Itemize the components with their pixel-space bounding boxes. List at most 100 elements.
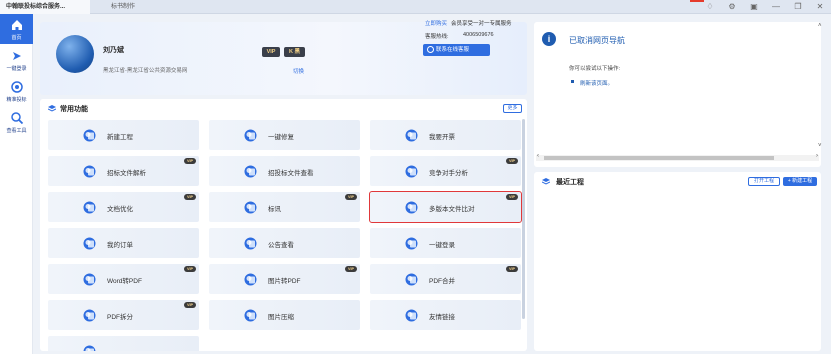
function-card[interactable]: Word转PDF VIP bbox=[48, 264, 199, 294]
nav-item-one-click-login[interactable]: 一键登录 bbox=[0, 45, 33, 75]
scroll-up-icon[interactable]: ˄ bbox=[818, 23, 822, 29]
k-badge: K 黑 bbox=[284, 47, 305, 57]
function-icon bbox=[83, 237, 96, 250]
function-icon bbox=[405, 309, 418, 322]
function-card[interactable]: 友情链接 bbox=[370, 300, 521, 330]
function-card[interactable] bbox=[48, 336, 199, 351]
scrollbar-thumb[interactable] bbox=[544, 156, 774, 160]
function-card[interactable]: 文档优化 VIP bbox=[48, 192, 199, 222]
function-label: 一键登录 bbox=[429, 242, 455, 249]
restore-icon[interactable]: ❐ bbox=[793, 2, 803, 12]
section-title: 常用功能 bbox=[60, 106, 88, 113]
function-card[interactable]: 公告查看 bbox=[209, 228, 360, 258]
left-nav: 首页 一键登录 精准投标 查看工具 bbox=[0, 14, 33, 354]
bullet-icon bbox=[571, 80, 574, 83]
function-card[interactable]: PDF拆分 VIP bbox=[48, 300, 199, 330]
tab-main[interactable]: 中翰联投标综合服务... bbox=[0, 0, 90, 14]
common-functions-panel: 常用功能 更多 新建工程 一键修复 我要开票招标文件解析 VIP 招投标文件查看 竞争对手… bbox=[40, 99, 527, 351]
login-icon bbox=[12, 52, 21, 60]
function-card[interactable]: 图片转PDF VIP bbox=[209, 264, 360, 294]
more-button[interactable]: 更多 bbox=[503, 104, 522, 113]
horizontal-scrollbar[interactable]: ‹ › bbox=[536, 153, 819, 161]
function-icon bbox=[405, 237, 418, 250]
function-card[interactable]: 我要开票 bbox=[370, 120, 521, 150]
bell-icon[interactable]: ♢ bbox=[705, 2, 715, 12]
switch-link[interactable]: 切换 bbox=[293, 67, 304, 75]
headset-icon bbox=[427, 46, 434, 53]
nav-item-label: 一键登录 bbox=[6, 66, 27, 72]
info-icon: i bbox=[542, 32, 556, 46]
function-icon bbox=[244, 273, 257, 286]
browser-panel-title: 已取消网页导航 bbox=[569, 36, 625, 45]
function-card[interactable]: 招投标文件查看 bbox=[209, 156, 360, 186]
refresh-link[interactable]: 刷新该页面。 bbox=[580, 79, 613, 87]
function-icon bbox=[244, 165, 257, 178]
function-card[interactable]: 一键登录 bbox=[370, 228, 521, 258]
function-label: 竞争对手分析 bbox=[429, 170, 468, 177]
function-label: 新建工程 bbox=[107, 134, 133, 141]
function-label: Word转PDF bbox=[107, 278, 142, 285]
nav-item-tools[interactable]: 查看工具 bbox=[0, 107, 33, 137]
function-label: 友情链接 bbox=[429, 314, 455, 321]
user-card: 刘乃斌 黑龙江省-黑龙江省公共资源交易网 VIP K 黑 切换 bbox=[40, 22, 527, 95]
function-icon bbox=[244, 309, 257, 322]
nav-item-label: 查看工具 bbox=[6, 128, 27, 134]
function-label: 招投标文件查看 bbox=[268, 170, 314, 177]
home-icon bbox=[11, 20, 22, 30]
scroll-left-icon[interactable]: ‹ bbox=[537, 153, 539, 159]
vip-tag: VIP bbox=[506, 266, 518, 272]
layers-icon bbox=[542, 178, 550, 185]
notification-indicator bbox=[690, 0, 704, 2]
screenshot-icon[interactable]: ▣ bbox=[749, 2, 759, 12]
function-card[interactable]: 标讯 VIP bbox=[209, 192, 360, 222]
scroll-right-icon[interactable]: › bbox=[816, 153, 818, 159]
function-card[interactable]: 新建工程 bbox=[48, 120, 199, 150]
function-card[interactable]: 竞争对手分析 VIP bbox=[370, 156, 521, 186]
vip-tag: VIP bbox=[506, 194, 518, 200]
browser-panel: i 已取消网页导航 你可以尝试以下操作: 刷新该页面。 ‹ › bbox=[534, 22, 821, 167]
function-icon bbox=[244, 201, 257, 214]
contact-button-label: 联系在线客服 bbox=[436, 47, 470, 53]
nav-item-home[interactable]: 首页 bbox=[0, 14, 33, 44]
open-project-button[interactable]: 打开工程 bbox=[748, 177, 780, 186]
vip-tag: VIP bbox=[345, 194, 357, 200]
hotline-label: 客服热线: bbox=[425, 34, 449, 40]
vip-tag: VIP bbox=[184, 266, 196, 272]
function-label: 图片转PDF bbox=[268, 278, 301, 285]
window-controls: ♢ ⚙ ▣ — ❐ ✕ bbox=[705, 2, 825, 12]
gear-icon[interactable]: ⚙ bbox=[727, 2, 737, 12]
function-label: 公告查看 bbox=[268, 242, 294, 249]
close-icon[interactable]: ✕ bbox=[815, 2, 825, 12]
new-project-button[interactable]: + 新建工程 bbox=[783, 177, 817, 186]
minimize-icon[interactable]: — bbox=[771, 2, 781, 12]
function-label: PDF合并 bbox=[429, 278, 455, 285]
title-bar: 中翰联投标综合服务... 标书制作 ♢ ⚙ ▣ — ❐ ✕ bbox=[0, 0, 831, 14]
contact-support-button[interactable]: 联系在线客服 bbox=[423, 44, 490, 56]
app-window: 中翰联投标综合服务... 标书制作 ♢ ⚙ ▣ — ❐ ✕ 首页 一键登录 精准… bbox=[0, 0, 831, 354]
function-card[interactable]: 图片压缩 bbox=[209, 300, 360, 330]
function-label: 标讯 bbox=[268, 206, 281, 213]
section-header: 最近工程 bbox=[542, 177, 584, 187]
function-icon bbox=[83, 273, 96, 286]
function-card[interactable]: PDF合并 VIP bbox=[370, 264, 521, 294]
function-label: 文档优化 bbox=[107, 206, 133, 213]
hotline-number: 4006509676 bbox=[463, 32, 494, 38]
buy-now-link[interactable]: 立即购买 bbox=[425, 19, 447, 27]
function-card[interactable]: 我的订单 bbox=[48, 228, 199, 258]
scroll-down-icon[interactable]: ˅ bbox=[818, 143, 822, 149]
function-icon bbox=[83, 129, 96, 142]
function-card[interactable]: 多版本文件比对 VIP bbox=[369, 191, 522, 223]
recent-projects-panel: 最近工程 打开工程 + 新建工程 bbox=[534, 172, 821, 351]
vip-tag: VIP bbox=[506, 158, 518, 164]
function-icon bbox=[405, 273, 418, 286]
function-icon bbox=[83, 201, 96, 214]
nav-item-label: 首页 bbox=[11, 35, 22, 41]
function-card[interactable]: 招标文件解析 VIP bbox=[48, 156, 199, 186]
avatar[interactable] bbox=[56, 35, 94, 73]
tab-bid-writing[interactable]: 标书制作 bbox=[105, 0, 165, 14]
target-icon bbox=[10, 81, 23, 93]
function-label: 多版本文件比对 bbox=[429, 206, 475, 213]
nav-item-precise-bid[interactable]: 精准投标 bbox=[0, 76, 33, 106]
vertical-scrollbar[interactable] bbox=[522, 119, 525, 319]
function-card[interactable]: 一键修复 bbox=[209, 120, 360, 150]
